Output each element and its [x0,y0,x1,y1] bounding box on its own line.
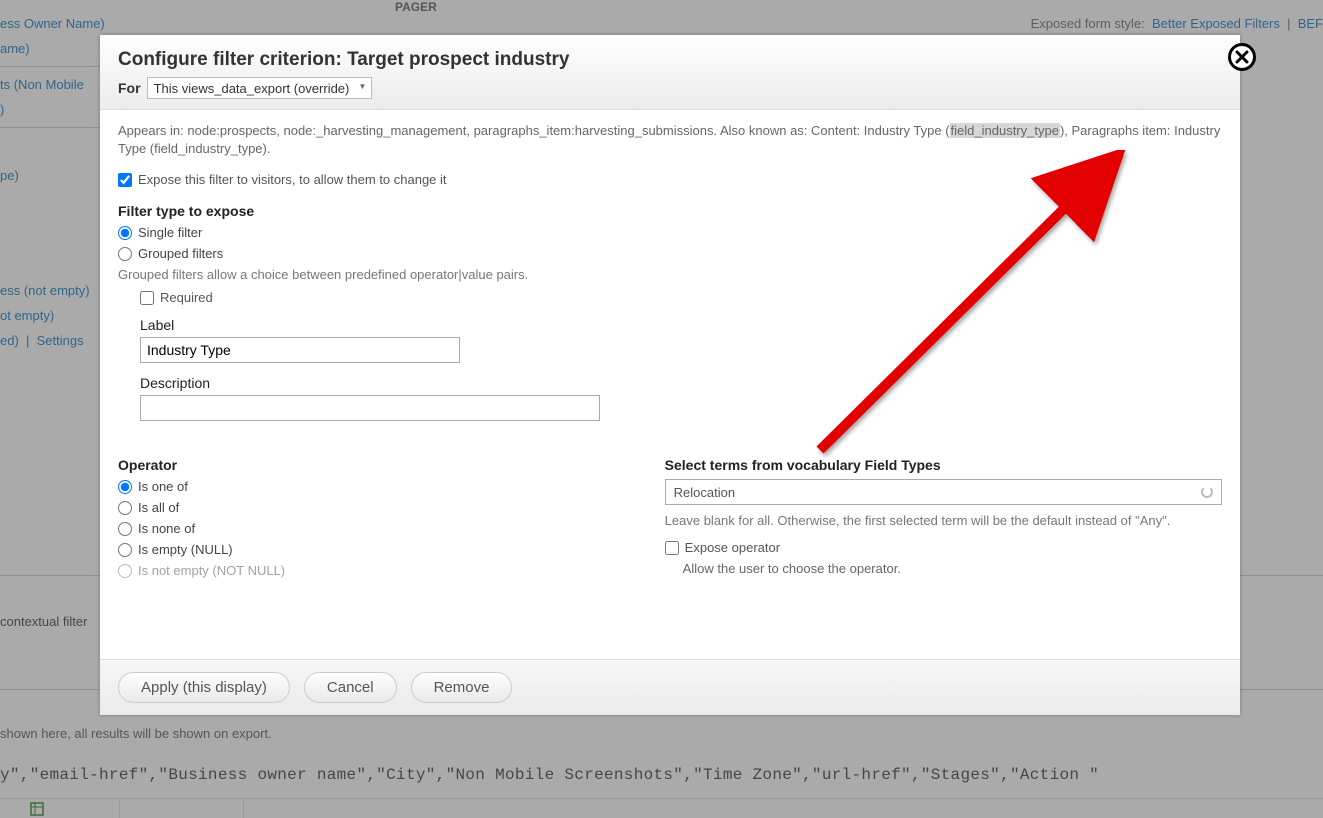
label-input[interactable] [140,337,460,363]
op-isnotempty-label: Is not empty (NOT NULL) [138,563,285,578]
vocab-column: Select terms from vocabulary Field Types… [665,441,1222,584]
close-button[interactable] [1228,43,1256,71]
modal-scroll[interactable]: Appears in: node:prospects, node:_harves… [118,122,1232,659]
description-input[interactable] [140,395,600,421]
op-isnoneof-radio[interactable] [118,522,132,536]
operator-column: Operator Is one of Is all of Is none of … [118,441,625,584]
op-isallof-label: Is all of [138,500,179,515]
vocab-select-value: Relocation [674,485,735,500]
filter-type-title: Filter type to expose [118,203,1222,219]
vocab-title: Select terms from vocabulary Field Types [665,457,1222,473]
appears-in-text: Appears in: node:prospects, node:_harves… [118,122,1222,158]
op-isoneof-radio[interactable] [118,480,132,494]
vocab-select[interactable]: Relocation [665,479,1222,505]
apply-button[interactable]: Apply (this display) [118,672,290,703]
grouped-filter-radio[interactable] [118,247,132,261]
op-isempty-label: Is empty (NULL) [138,542,233,557]
cancel-button[interactable]: Cancel [304,672,397,703]
vocab-hint: Leave blank for all. Otherwise, the firs… [665,513,1222,528]
modal-body: Appears in: node:prospects, node:_harves… [100,110,1240,659]
op-isnotempty-radio[interactable] [118,564,132,578]
remove-button[interactable]: Remove [411,672,513,703]
required-checkbox[interactable] [140,291,154,305]
expose-operator-checkbox[interactable] [665,541,679,555]
for-select[interactable]: This views_data_export (override) [147,77,373,99]
op-isoneof-label: Is one of [138,479,188,494]
field-machine-name: field_industry_type [950,123,1060,138]
modal-header: Configure filter criterion: Target prosp… [100,35,1240,110]
description-field-label: Description [140,375,1222,391]
expose-filter-checkbox[interactable] [118,173,132,187]
operator-title: Operator [118,457,625,473]
modal-footer: Apply (this display) Cancel Remove [100,659,1240,715]
loading-icon [1201,486,1213,498]
modal-title: Configure filter criterion: Target prosp… [118,49,1222,71]
single-filter-label: Single filter [138,225,202,240]
required-label: Required [160,290,213,305]
label-field-label: Label [140,317,1222,333]
filter-config-modal: Configure filter criterion: Target prosp… [100,35,1240,715]
single-filter-radio[interactable] [118,226,132,240]
op-isallof-radio[interactable] [118,501,132,515]
close-icon [1235,50,1249,64]
expose-filter-label: Expose this filter to visitors, to allow… [138,172,447,187]
expose-operator-label: Expose operator [685,540,780,555]
op-isempty-radio[interactable] [118,543,132,557]
for-label: For [118,80,141,96]
grouped-filter-desc: Grouped filters allow a choice between p… [118,267,1222,282]
grouped-filter-label: Grouped filters [138,246,223,261]
op-isnoneof-label: Is none of [138,521,195,536]
expose-operator-hint: Allow the user to choose the operator. [683,561,1222,576]
for-select-value: This views_data_export (override) [154,81,350,96]
